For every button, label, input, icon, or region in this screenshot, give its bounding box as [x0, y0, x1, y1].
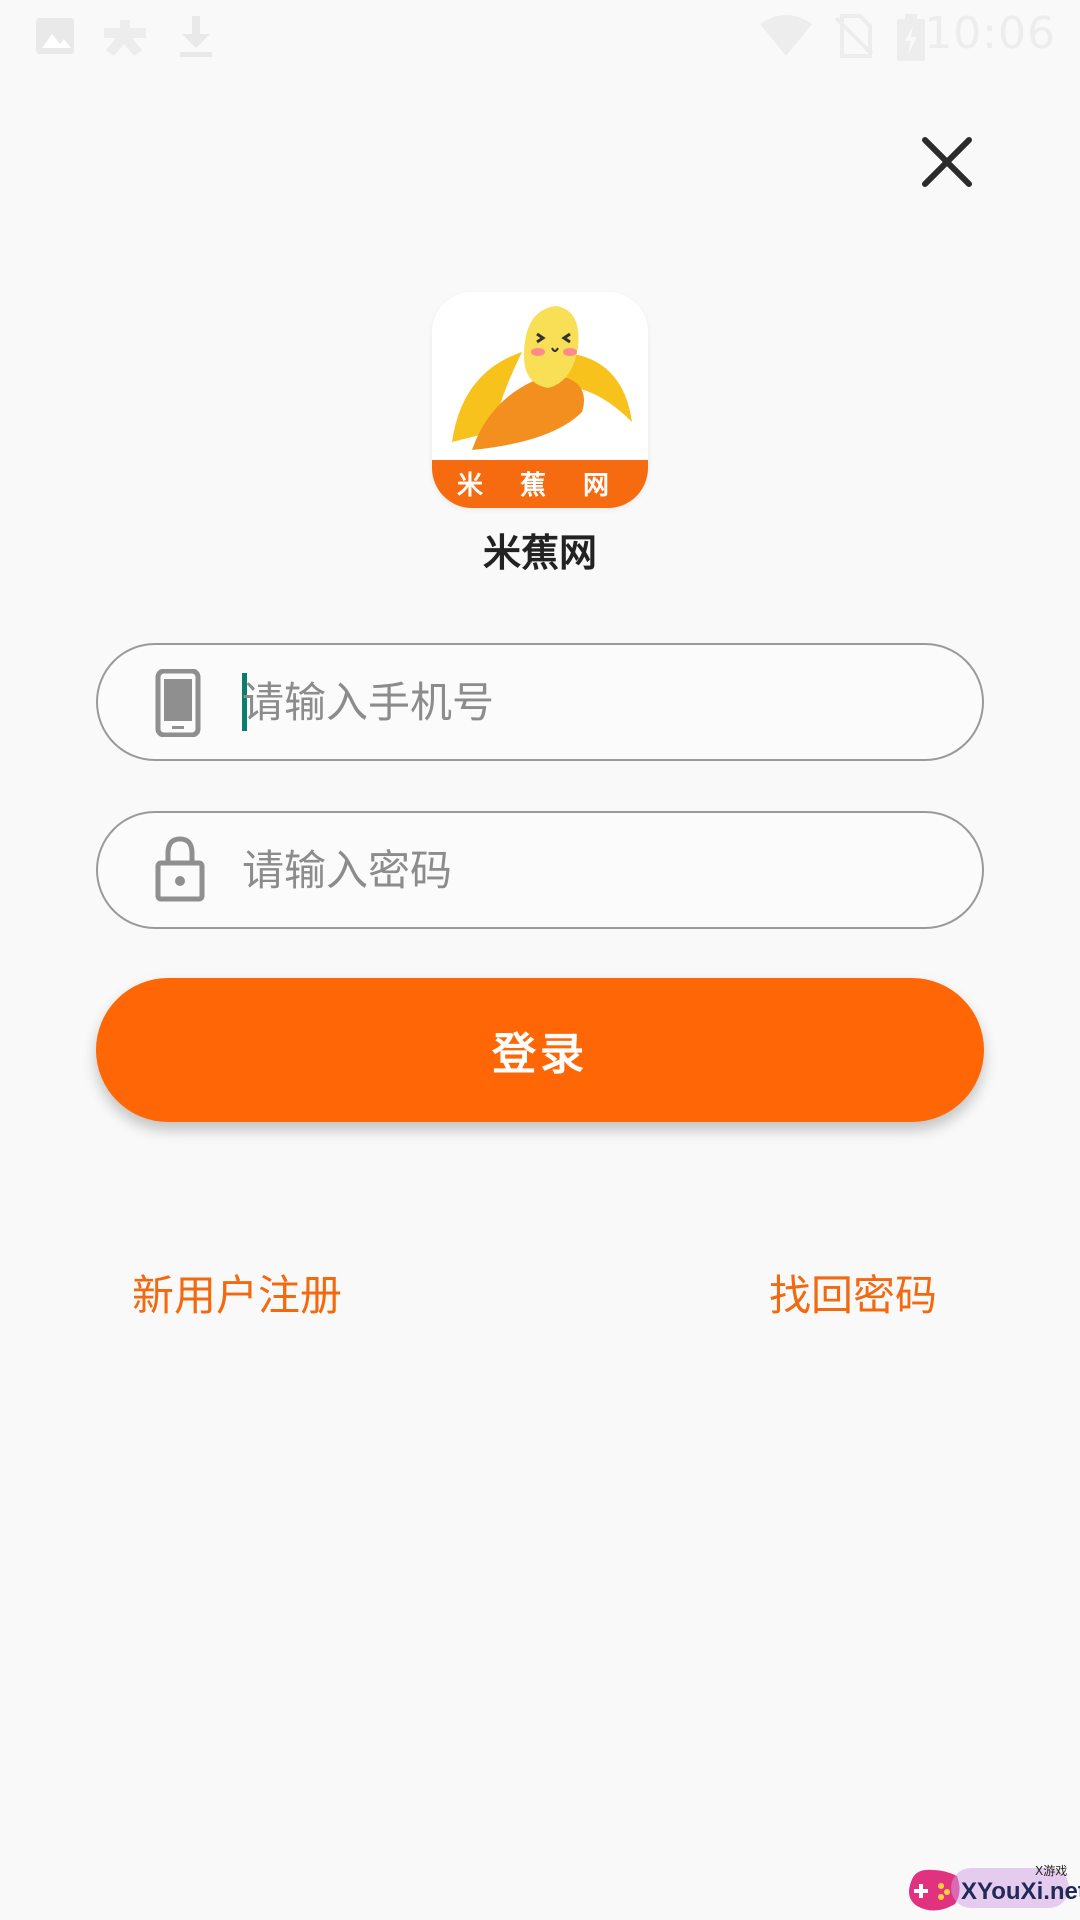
close-icon [922, 137, 972, 187]
app-logo: 米 蕉 网 [432, 292, 648, 508]
login-button[interactable]: 登录 [96, 978, 984, 1122]
password-field[interactable] [96, 811, 984, 929]
logo-banner-text: 米 蕉 网 [456, 471, 624, 501]
phone-icon [155, 669, 201, 737]
gamepad-icon [104, 20, 146, 56]
register-link[interactable]: 新用户注册 [132, 1262, 342, 1323]
image-icon [36, 18, 74, 54]
watermark-text: XYouXi.net [961, 1878, 1080, 1905]
status-bar: 10:06 [0, 0, 1080, 72]
phone-input[interactable] [242, 671, 942, 733]
no-sim-icon [834, 14, 874, 58]
watermark: X游戏 XYouXi.net [905, 1862, 1080, 1916]
watermark-small-text: X游戏 [1035, 1864, 1068, 1878]
phone-field[interactable] [96, 643, 984, 761]
battery-icon [897, 14, 925, 61]
password-input[interactable] [242, 839, 942, 901]
banana-logo-icon [452, 306, 632, 450]
status-time: 10:06 [924, 8, 1056, 59]
lock-icon [155, 836, 205, 902]
wifi-icon [760, 15, 812, 56]
app-name: 米蕉网 [482, 531, 597, 575]
download-icon [180, 16, 212, 57]
forgot-password-link[interactable]: 找回密码 [769, 1262, 937, 1323]
close-button[interactable] [915, 130, 979, 194]
